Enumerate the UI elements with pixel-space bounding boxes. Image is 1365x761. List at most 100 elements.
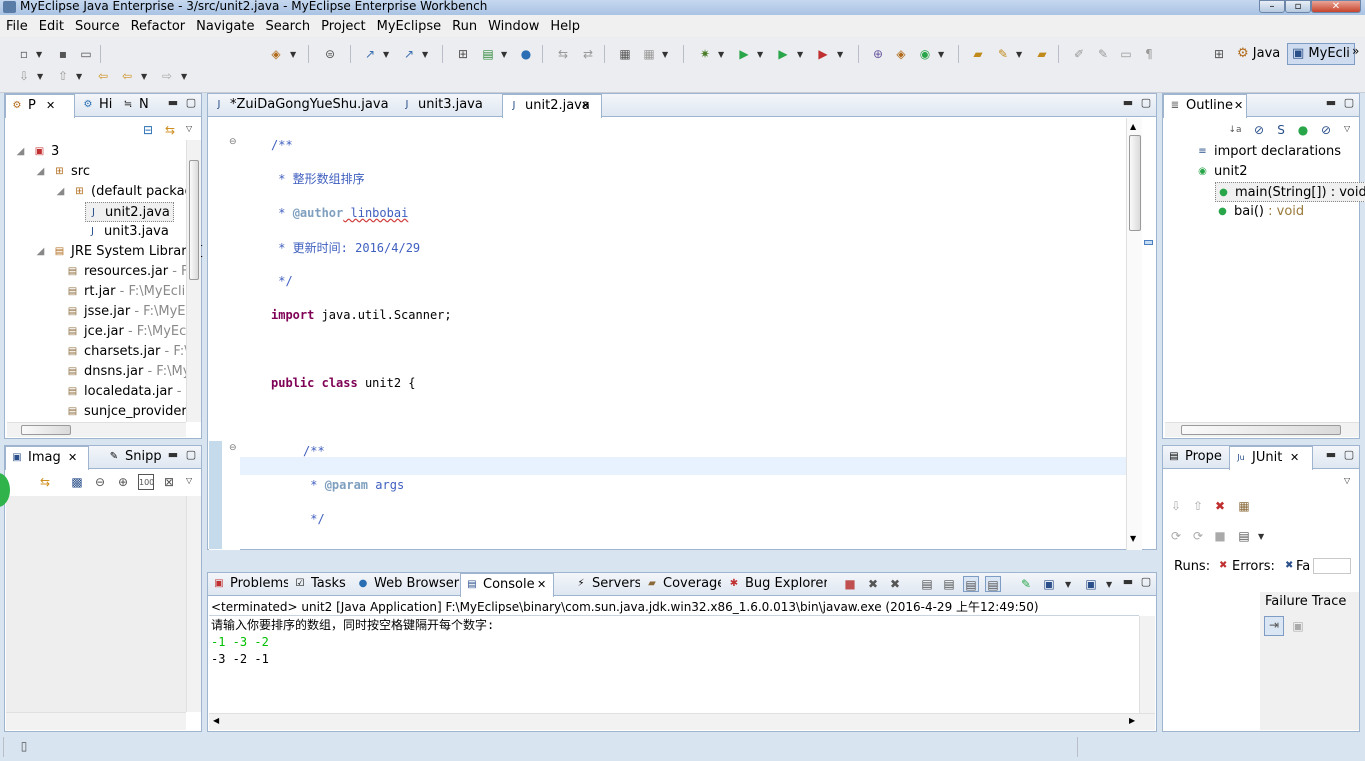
close-tab-icon[interactable]: ✕ bbox=[581, 95, 590, 117]
scroll-left-icon[interactable]: ◀ bbox=[213, 716, 219, 725]
zoom-in-icon[interactable]: ⊕ bbox=[115, 474, 131, 490]
maximize-icon[interactable]: ▢ bbox=[1140, 97, 1152, 109]
tab-coverage[interactable]: ▰ Coverage bbox=[641, 573, 721, 596]
refresh-icon[interactable]: ⇄ bbox=[580, 46, 596, 62]
tab-servers[interactable]: ⚡ Servers bbox=[570, 573, 640, 596]
show-stderr-icon[interactable]: ▤ bbox=[985, 576, 1001, 592]
tab-bug-explorer[interactable]: ✱ Bug Explorer bbox=[723, 573, 827, 596]
save-icon[interactable]: ▪ bbox=[55, 46, 71, 62]
new-java-class-icon[interactable]: ◉ bbox=[917, 46, 933, 62]
tab-tasks[interactable]: ☑ Tasks bbox=[289, 573, 351, 596]
open-file-icon[interactable]: ▰ bbox=[1034, 46, 1050, 62]
menu-search[interactable]: Search bbox=[261, 19, 314, 34]
new-project-icon[interactable]: ◈ bbox=[268, 46, 284, 62]
scroll-lock-icon[interactable]: ▦ bbox=[1236, 498, 1252, 514]
compare-icon[interactable]: ▣ bbox=[1290, 618, 1306, 634]
tree-jar[interactable]: ▤ jsse.jar - F:\MyEc bbox=[65, 302, 193, 322]
task-icon[interactable]: ▦ bbox=[617, 46, 633, 62]
minimize-icon[interactable]: ▬ bbox=[167, 97, 179, 109]
fit-window-icon[interactable]: ⊠ bbox=[161, 474, 177, 490]
history-icon[interactable]: ▤ bbox=[1236, 528, 1252, 544]
maximize-icon[interactable]: ▢ bbox=[185, 449, 197, 461]
tree-unit2-java[interactable]: Junit2.java bbox=[85, 202, 174, 222]
tab-outline[interactable]: ≣ Outline ✕ bbox=[1163, 94, 1247, 118]
close-tab-icon[interactable]: ✕ bbox=[1234, 95, 1243, 117]
tree-jar[interactable]: ▤ sunjce_provider.j bbox=[65, 402, 193, 422]
minimize-icon[interactable]: ▬ bbox=[1122, 97, 1134, 109]
open-folder-icon[interactable]: ▰ bbox=[970, 46, 986, 62]
tree-jar[interactable]: ▤ dnsns.jar - F:\My bbox=[65, 362, 191, 382]
tab-junit[interactable]: Ju JUnit ✕ bbox=[1229, 446, 1313, 470]
minimize-button[interactable]: – bbox=[1259, 0, 1285, 13]
link-with-editor-icon[interactable]: ⇆ bbox=[162, 122, 178, 138]
remove-launch-icon[interactable]: ✖ bbox=[865, 576, 881, 592]
open-console-icon[interactable]: ▣ bbox=[1083, 576, 1099, 592]
history-dropdown-icon[interactable]: ▼ bbox=[1258, 532, 1264, 541]
remove-all-icon[interactable]: ✖ bbox=[887, 576, 903, 592]
outline-item-class[interactable]: ◉ unit2 bbox=[1195, 162, 1247, 182]
tab-web-browser[interactable]: ● Web Browser bbox=[352, 573, 460, 596]
maximize-icon[interactable]: ▢ bbox=[1343, 97, 1355, 109]
external-tools-dropdown-icon[interactable]: ▼ bbox=[837, 50, 843, 59]
menu-run[interactable]: Run bbox=[448, 19, 481, 34]
actual-size-icon[interactable]: 100 bbox=[138, 474, 154, 490]
scroll-down-icon[interactable]: ▼ bbox=[1130, 534, 1136, 543]
tree-jar[interactable]: ▤ localedata.jar - F bbox=[65, 382, 193, 402]
hide-local-types-icon[interactable]: ⊘ bbox=[1318, 122, 1334, 138]
pen-icon[interactable]: ✎ bbox=[995, 46, 1011, 62]
tree-jar[interactable]: ▤ charsets.jar - F:\ bbox=[65, 342, 189, 362]
close-tab-icon[interactable]: ✕ bbox=[1290, 447, 1299, 469]
sort-icon[interactable]: ↓a bbox=[1227, 122, 1243, 138]
rerun-failed-icon[interactable]: ⟳ bbox=[1190, 528, 1206, 544]
forward-dropdown-icon[interactable]: ▼ bbox=[181, 72, 187, 81]
run-dropdown-icon[interactable]: ▼ bbox=[757, 50, 763, 59]
tab-properties[interactable]: ▤ Prope bbox=[1163, 446, 1229, 469]
menu-window[interactable]: Window bbox=[484, 19, 543, 34]
tree-project-3[interactable]: ◢ ▣ 3 bbox=[13, 142, 60, 162]
explorer-vertical-scrollbar[interactable] bbox=[186, 140, 201, 422]
mark-icon[interactable]: ✎ bbox=[1095, 46, 1111, 62]
annotation-icon[interactable]: ✐ bbox=[1071, 46, 1087, 62]
view-menu-icon[interactable]: ▽ bbox=[1344, 476, 1350, 485]
external-tools-icon[interactable]: ▶ bbox=[815, 46, 831, 62]
editor-vertical-scrollbar[interactable]: ▲ ▼ bbox=[1126, 118, 1142, 550]
java-perspective-button[interactable]: ⚙ Java bbox=[1232, 43, 1285, 65]
console-horizontal-scrollbar[interactable]: ◀ ▶ bbox=[209, 713, 1155, 730]
prev-annotation-icon[interactable]: ⇧ bbox=[55, 68, 71, 84]
fold-icon[interactable]: ⊖ bbox=[229, 443, 237, 453]
tab-zuidagongyueshu[interactable]: J *ZuiDaGongYueShu.java bbox=[208, 94, 394, 117]
forward-icon[interactable]: ⇨ bbox=[159, 68, 175, 84]
new-package2-icon[interactable]: ◈ bbox=[893, 46, 909, 62]
tab-unit2[interactable]: Junit2.java ✕ bbox=[502, 94, 602, 118]
back-icon[interactable]: ⇦ bbox=[119, 68, 135, 84]
menu-file[interactable]: File bbox=[2, 19, 32, 34]
show-stdout-icon[interactable]: ▤ bbox=[963, 576, 979, 592]
db-dropdown-icon[interactable]: ▼ bbox=[662, 50, 668, 59]
scroll-lock-icon[interactable]: ▤ bbox=[941, 576, 957, 592]
menu-edit[interactable]: Edit bbox=[35, 19, 68, 34]
tab-problems[interactable]: ▣ Problems bbox=[208, 573, 288, 596]
scroll-thumb[interactable] bbox=[21, 425, 71, 435]
print-icon[interactable]: ▭ bbox=[78, 46, 94, 62]
menu-help[interactable]: Help bbox=[546, 19, 584, 34]
tree-unit3-java[interactable]: Junit3.java bbox=[85, 222, 169, 242]
image-horizontal-scrollbar[interactable] bbox=[6, 712, 186, 730]
scroll-right-icon[interactable]: ▶ bbox=[1129, 716, 1135, 725]
scroll-thumb[interactable] bbox=[1181, 425, 1341, 435]
tab-unit3[interactable]: Junit3.java bbox=[396, 94, 500, 117]
outline-horizontal-scrollbar[interactable] bbox=[1165, 422, 1359, 437]
link-icon[interactable]: ⇆ bbox=[555, 46, 571, 62]
fold-icon[interactable]: ⊖ bbox=[229, 137, 237, 147]
menu-myeclipse[interactable]: MyEclipse bbox=[373, 19, 446, 34]
overview-marker[interactable] bbox=[1144, 240, 1153, 245]
maximize-icon[interactable]: ▢ bbox=[1343, 449, 1355, 461]
image-vertical-scrollbar[interactable] bbox=[186, 496, 201, 712]
tree-src[interactable]: ◢ ⊞ src bbox=[33, 162, 90, 182]
tab-navigator[interactable]: ≒ N bbox=[117, 94, 159, 117]
menu-project[interactable]: Project bbox=[317, 19, 369, 34]
perspective-overflow-icon[interactable]: » bbox=[1352, 44, 1359, 58]
next-failure-icon[interactable]: ⇩ bbox=[1168, 498, 1184, 514]
fast-view-icon[interactable]: ▯ bbox=[16, 738, 32, 754]
close-tab-icon[interactable]: ✕ bbox=[68, 447, 77, 469]
tab-console[interactable]: ▤ Console ✕ bbox=[460, 573, 554, 597]
